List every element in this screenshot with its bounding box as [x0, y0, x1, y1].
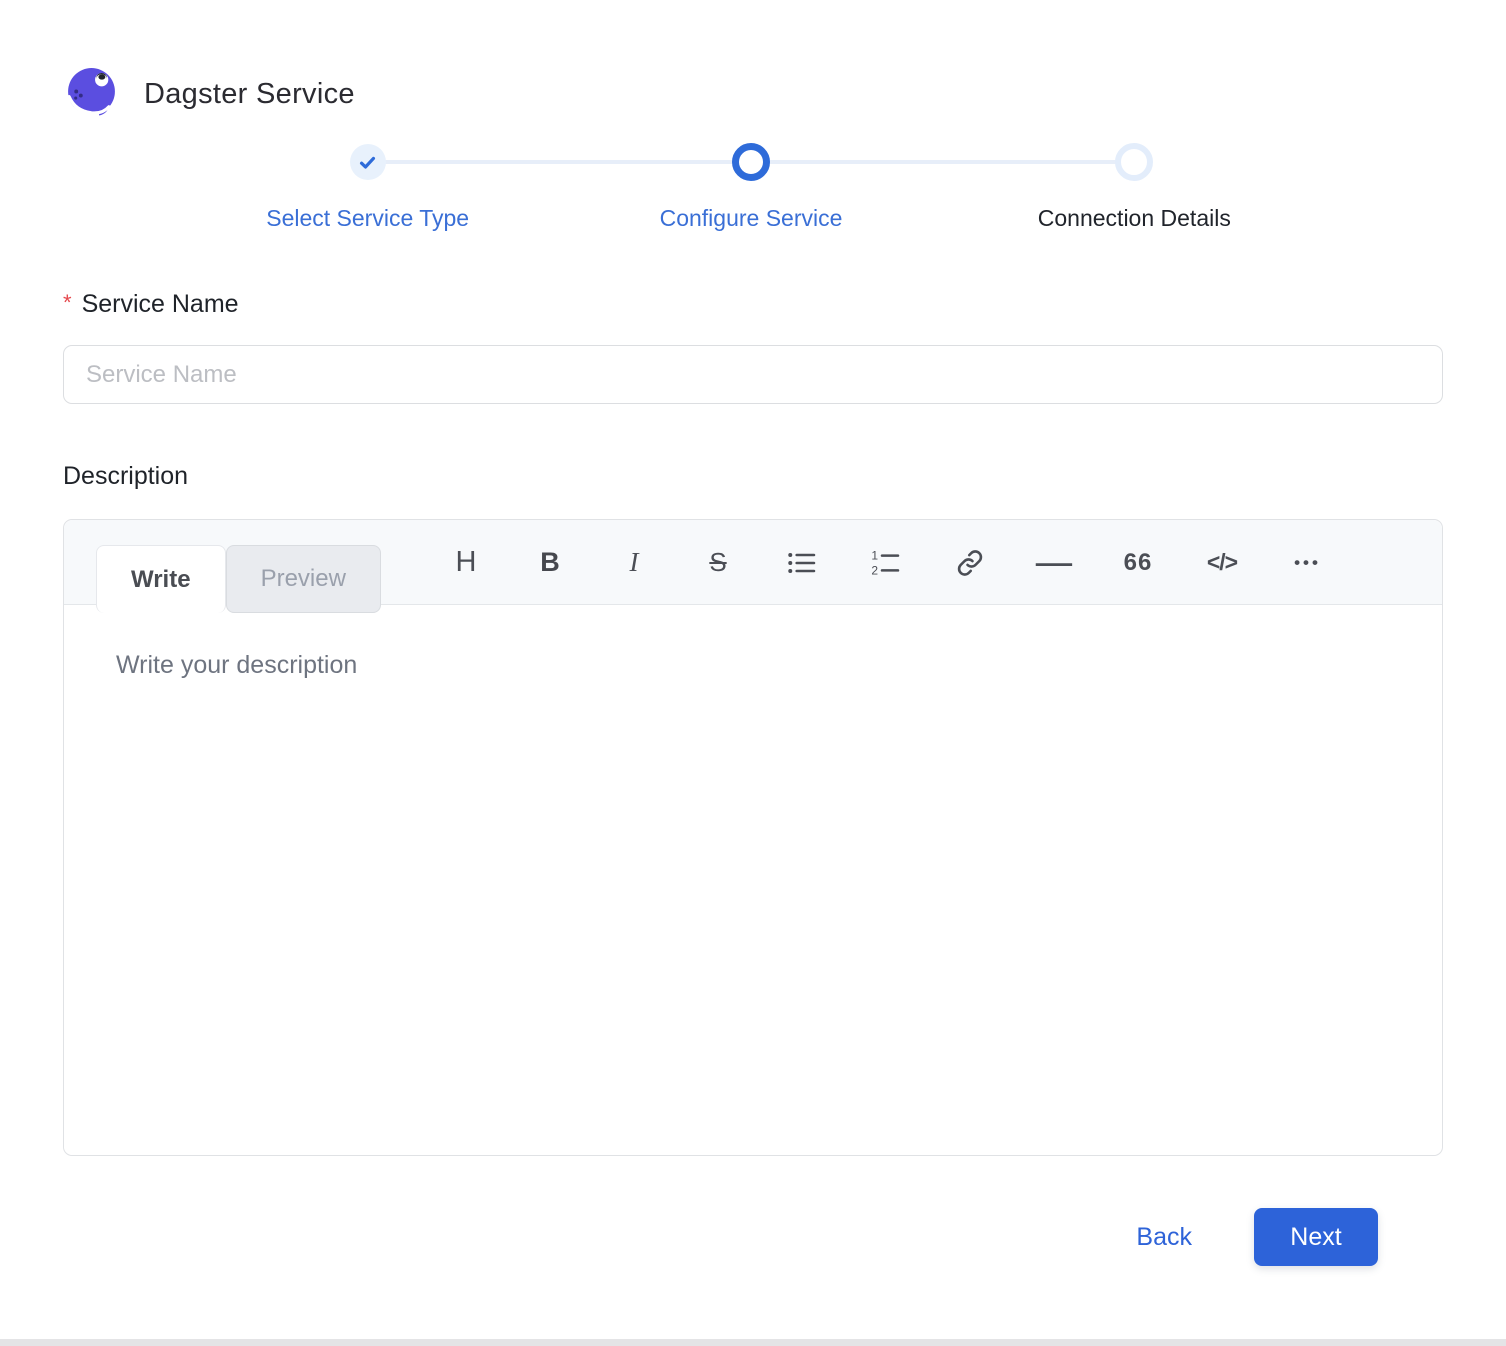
step-label: Configure Service: [660, 205, 843, 232]
italic-icon[interactable]: I: [612, 537, 656, 589]
tab-preview[interactable]: Preview: [226, 545, 381, 613]
step-upcoming-circle-icon: [1115, 143, 1153, 181]
description-label: Description: [63, 462, 1443, 491]
configure-service-form: * Service Name Description Write Preview…: [63, 290, 1443, 1266]
svg-text:1: 1: [871, 548, 878, 562]
step-completed-check-icon: [350, 144, 386, 180]
bold-icon[interactable]: B: [528, 537, 572, 589]
step-configure-service[interactable]: Configure Service: [559, 143, 942, 232]
horizontal-rule-icon[interactable]: —: [1032, 537, 1076, 589]
page-title: Dagster Service: [144, 78, 355, 111]
formatting-toolbar: H B I S 1 2: [444, 520, 1328, 605]
tab-write[interactable]: Write: [96, 545, 226, 613]
service-name-label-text: Service Name: [82, 290, 239, 319]
heading-icon[interactable]: H: [444, 537, 488, 589]
service-name-label: * Service Name: [63, 290, 1443, 319]
editor-toolbar: Write Preview H B I S 1 2: [64, 520, 1442, 605]
bottom-section-divider: [0, 1339, 1506, 1346]
step-connector: [176, 143, 559, 181]
quote-icon[interactable]: 66: [1116, 537, 1160, 589]
dagster-logo-icon: [63, 66, 120, 123]
wizard-footer: Back Next: [63, 1208, 1378, 1266]
step-active-circle-icon: [732, 143, 770, 181]
stepper: Select Service Type Configure Service Co…: [176, 143, 1326, 232]
step-label: Connection Details: [1038, 205, 1231, 232]
next-button[interactable]: Next: [1254, 1208, 1378, 1266]
step-connection-details[interactable]: Connection Details: [943, 143, 1326, 232]
numbered-list-icon[interactable]: 1 2: [864, 537, 908, 589]
step-select-service-type[interactable]: Select Service Type: [176, 143, 559, 232]
required-asterisk: *: [63, 290, 72, 316]
link-icon[interactable]: [948, 537, 992, 589]
step-connector: [943, 143, 1326, 181]
description-textarea[interactable]: [64, 605, 1442, 1155]
more-icon[interactable]: •••: [1284, 537, 1328, 589]
back-button[interactable]: Back: [1122, 1213, 1206, 1262]
strikethrough-icon[interactable]: S: [696, 537, 740, 589]
description-editor: Write Preview H B I S 1 2: [63, 519, 1443, 1156]
code-icon[interactable]: </>: [1200, 537, 1244, 589]
app-header: Dagster Service: [0, 0, 1506, 123]
service-name-input[interactable]: [63, 345, 1443, 404]
svg-text:2: 2: [871, 563, 878, 577]
editor-tabs: Write Preview: [96, 545, 381, 613]
bullet-list-icon[interactable]: [780, 537, 824, 589]
step-label: Select Service Type: [266, 205, 469, 232]
step-connector: [559, 143, 942, 181]
